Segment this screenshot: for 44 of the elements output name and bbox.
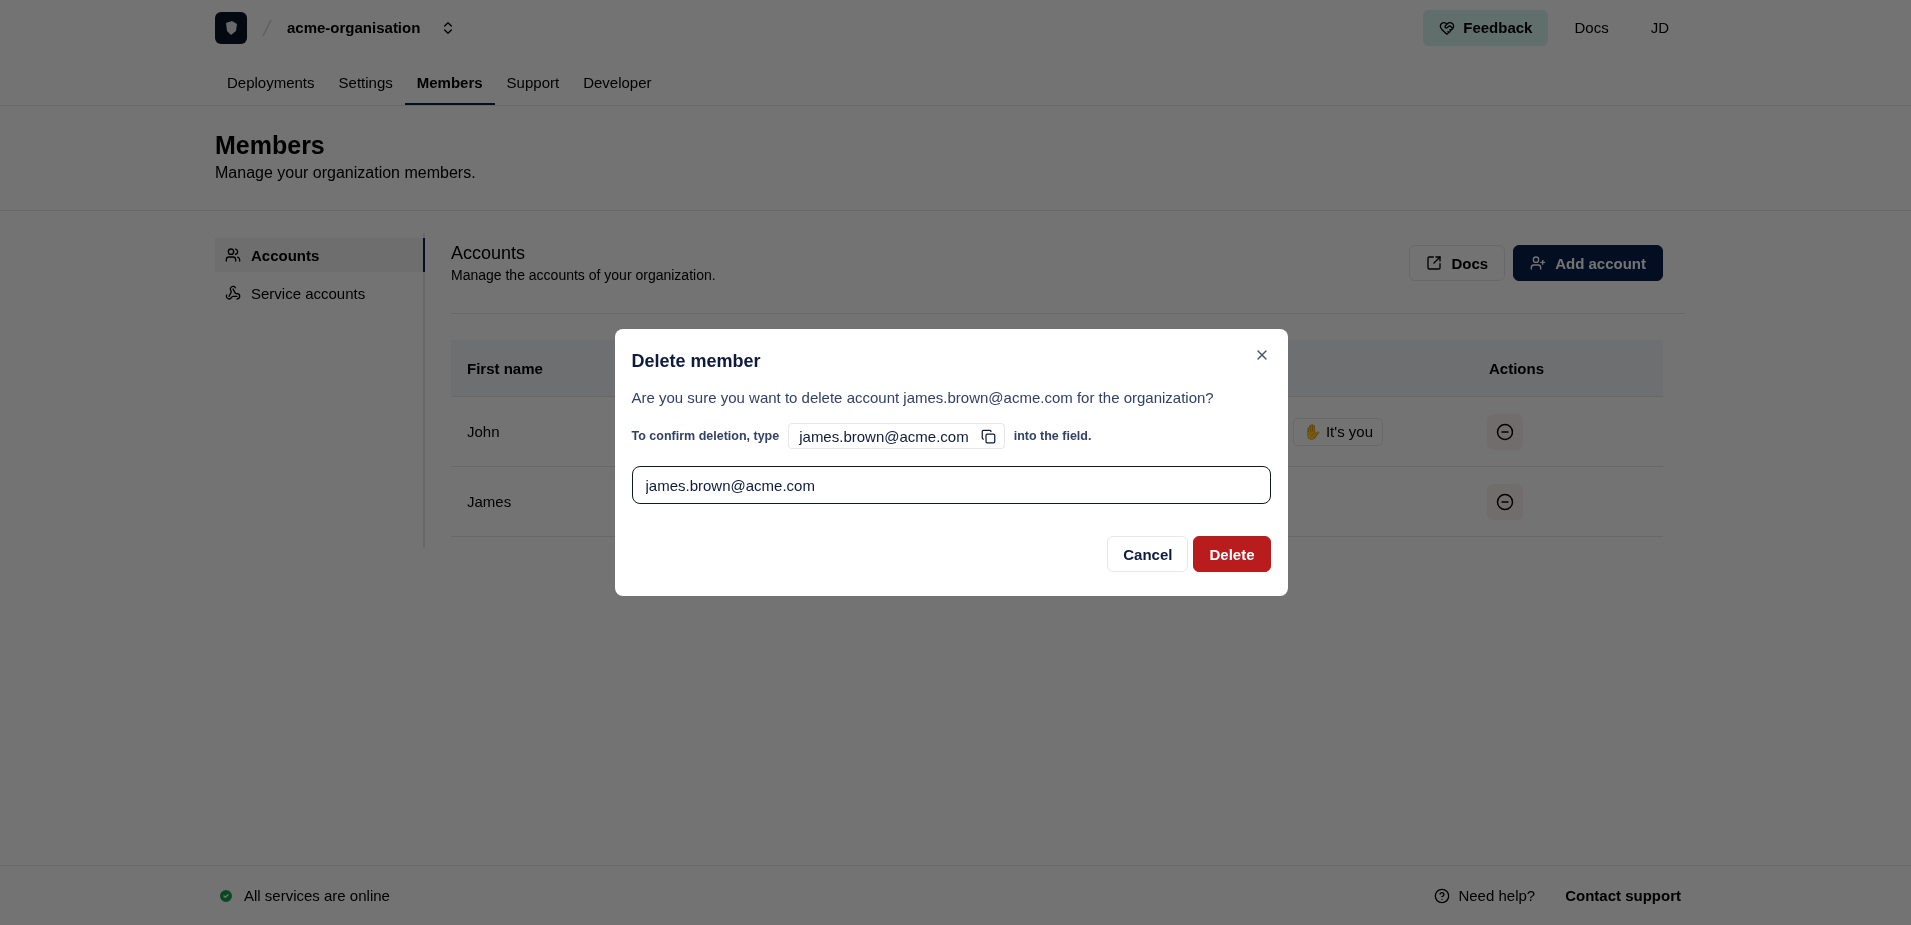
logo-icon[interactable] (215, 11, 247, 44)
nav-tab[interactable]: Deployments (215, 74, 327, 105)
cancel-button[interactable]: Cancel (1107, 536, 1189, 572)
table-cell-text: James (466, 493, 513, 510)
webhook-icon (225, 285, 241, 301)
column-header: Actions (1488, 359, 1545, 377)
copy-button[interactable] (980, 428, 996, 444)
delete-button[interactable]: Delete (1193, 536, 1271, 572)
nav-tab[interactable]: Support (494, 74, 572, 105)
feedback-button[interactable]: Feedback (1423, 9, 1549, 46)
you-badge: ✋ It's you (1292, 417, 1383, 446)
confirm-input-field[interactable]: james.brown@acme.com (631, 466, 1271, 504)
user-plus-icon (1530, 255, 1547, 271)
section-title: Accounts (451, 243, 527, 264)
nav-tab[interactable]: Settings (326, 74, 405, 105)
contact-support-link[interactable]: Contact support (1565, 887, 1681, 904)
status-text: All services are online (244, 887, 390, 904)
copy-icon (980, 428, 996, 444)
remove-button[interactable] (1487, 413, 1523, 450)
nav-tab[interactable]: Members (404, 74, 495, 105)
confirm-instruction: To confirm deletion, type (631, 429, 780, 443)
help-link[interactable]: Need help? (1434, 887, 1536, 904)
section-subtitle: Manage the accounts of your organization. (451, 267, 716, 283)
add-account-button[interactable]: Add account (1513, 245, 1663, 281)
minus-circle-icon (1496, 492, 1514, 511)
sidebar-item[interactable]: Accounts (215, 238, 425, 272)
table-cell-text: John (466, 423, 501, 440)
external-link-icon (1426, 255, 1443, 271)
minus-circle-icon (1496, 422, 1514, 441)
help-icon (1434, 887, 1451, 904)
organization-name[interactable]: acme-organisation (287, 19, 421, 36)
dialog-message: Are you sure you want to delete account james.brown@acme.com for the organization? (631, 389, 1215, 406)
docs-button[interactable]: Docs (1409, 245, 1506, 281)
users-icon (225, 247, 241, 263)
page-subtitle: Manage your organization members. (215, 164, 477, 182)
docs-link[interactable]: Docs (1558, 9, 1625, 46)
nav-tab[interactable]: Developer (571, 74, 664, 105)
column-header: First name (466, 359, 544, 377)
email-text: james.brown@acme.com (799, 427, 969, 445)
remove-button[interactable] (1487, 483, 1523, 520)
dialog-title: Delete member (631, 351, 761, 372)
sidebar-item[interactable]: Service accounts (215, 276, 423, 310)
page-title: Members (215, 131, 326, 160)
confirm-instruction: into the field. (1013, 429, 1092, 443)
